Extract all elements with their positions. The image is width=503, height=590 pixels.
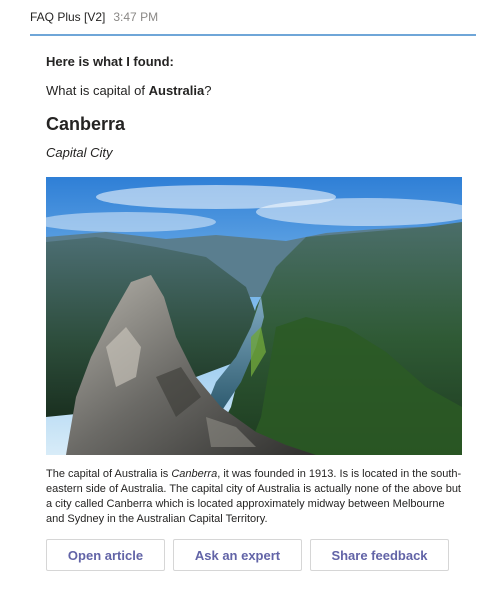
adaptive-card: Here is what I found: What is capital of…	[30, 38, 476, 590]
card-intro: Here is what I found:	[46, 54, 174, 69]
message-header: FAQ Plus [V2] 3:47 PM	[30, 0, 476, 36]
question-keyword: Australia	[148, 83, 205, 98]
question-text: What is capital of Australia?	[46, 83, 211, 98]
message-timestamp: 3:47 PM	[113, 10, 159, 24]
answer-title: Canberra	[46, 114, 126, 134]
hero-image	[46, 177, 462, 455]
ask-expert-button[interactable]: Ask an expert	[173, 539, 302, 571]
card-actions: Open article Ask an expert Share feedbac…	[46, 539, 449, 571]
body-italic: Canberra	[171, 468, 218, 480]
share-feedback-button[interactable]: Share feedback	[310, 539, 449, 571]
answer-subtitle: Capital City	[46, 145, 113, 160]
sender-name: FAQ Plus [V2]	[30, 10, 106, 24]
question-suffix: ?	[204, 83, 212, 98]
body-part-1: The capital of Australia is	[46, 468, 172, 480]
question-prefix: What is capital of	[46, 83, 149, 98]
answer-body: The capital of Australia is Canberra, it…	[46, 467, 464, 527]
open-article-button[interactable]: Open article	[46, 539, 165, 571]
